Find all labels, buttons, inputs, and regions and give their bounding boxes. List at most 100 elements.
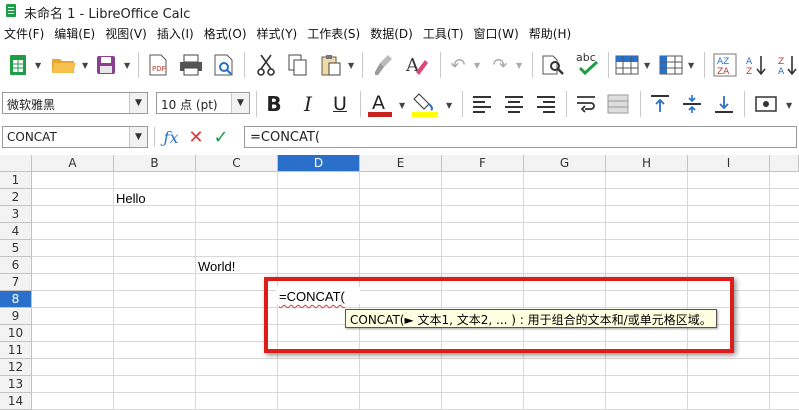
paste-icon[interactable] (318, 53, 344, 77)
menu-view[interactable]: 视图(V) (101, 25, 153, 42)
column-header-partial[interactable] (770, 155, 799, 172)
row-header-9[interactable]: 9 (0, 308, 32, 325)
clone-formatting-icon[interactable] (372, 53, 396, 77)
align-top-icon[interactable] (648, 92, 672, 116)
formula-input-text: =CONCAT( (250, 130, 320, 145)
align-left-icon[interactable] (470, 92, 494, 116)
highlight-dropdown-icon[interactable]: ▼ (446, 101, 452, 110)
row-header-2[interactable]: 2 (0, 189, 32, 206)
column-header-b[interactable]: B (114, 155, 196, 172)
column-icon[interactable] (658, 53, 684, 77)
align-right-icon[interactable] (534, 92, 558, 116)
sort-icon[interactable]: AZ ZA (712, 52, 738, 78)
row-header-12[interactable]: 12 (0, 359, 32, 376)
formula-input[interactable]: =CONCAT( (244, 126, 797, 148)
align-bottom-icon[interactable] (712, 92, 736, 116)
highlight-color-icon[interactable] (410, 90, 440, 118)
column-dropdown-icon[interactable]: ▼ (688, 61, 694, 70)
column-header-h[interactable]: H (606, 155, 688, 172)
row-header-10[interactable]: 10 (0, 325, 32, 342)
export-pdf-icon[interactable]: PDF (146, 53, 170, 77)
align-center-icon[interactable] (502, 92, 526, 116)
toolbar-separator (360, 91, 361, 117)
row-header-3[interactable]: 3 (0, 206, 32, 223)
menu-sheet[interactable]: 工作表(S) (303, 25, 366, 42)
row-dropdown-icon[interactable]: ▼ (644, 61, 650, 70)
menu-file[interactable]: 文件(F) (0, 25, 50, 42)
column-header-f[interactable]: F (442, 155, 524, 172)
copy-icon[interactable] (286, 53, 310, 77)
clear-formatting-icon[interactable]: A (404, 53, 430, 77)
find-replace-icon[interactable] (540, 53, 566, 77)
save-dropdown-icon[interactable]: ▼ (124, 61, 130, 70)
undo-dropdown-icon[interactable]: ▼ (474, 61, 480, 70)
row-header-5[interactable]: 5 (0, 240, 32, 257)
svg-text:Z: Z (746, 67, 752, 77)
accept-icon[interactable]: ✓ (210, 126, 232, 148)
font-size-combo[interactable]: 10 点 (pt) ▼ (156, 92, 250, 114)
center-vertically-icon[interactable] (680, 92, 704, 116)
open-dropdown-icon[interactable]: ▼ (82, 61, 88, 70)
font-name-combo[interactable]: 微软雅黑 ▼ (2, 92, 148, 114)
column-header-a[interactable]: A (32, 155, 114, 172)
wrap-text-icon[interactable] (574, 92, 598, 116)
cell-c6[interactable]: World! (198, 259, 235, 274)
menu-tools[interactable]: 工具(T) (419, 25, 470, 42)
font-name-value: 微软雅黑 (7, 98, 56, 112)
row-header-7[interactable]: 7 (0, 274, 32, 291)
paste-dropdown-icon[interactable]: ▼ (348, 61, 354, 70)
menu-edit[interactable]: 编辑(E) (50, 25, 101, 42)
font-color-icon[interactable]: A (366, 90, 394, 118)
annotation-highlight-box (264, 277, 734, 353)
name-box[interactable]: CONCAT ▼ (2, 126, 148, 148)
select-all-corner[interactable] (0, 155, 32, 172)
menu-format[interactable]: 格式(O) (200, 25, 253, 42)
sort-ascending-icon[interactable]: AZ (744, 52, 770, 78)
row-header-13[interactable]: 13 (0, 376, 32, 393)
cell-b2[interactable]: Hello (116, 191, 146, 206)
toolbar-separator (532, 52, 533, 78)
redo-icon[interactable]: ↷ (488, 53, 512, 77)
print-icon[interactable] (178, 53, 204, 77)
menu-insert[interactable]: 插入(I) (153, 25, 200, 42)
function-wizard-icon[interactable]: ƒx (160, 126, 182, 148)
formula-bar: CONCAT ▼ ƒx ✕ ✓ =CONCAT( (0, 123, 799, 152)
italic-icon[interactable]: I (296, 91, 320, 117)
spelling-icon[interactable]: abc (574, 50, 602, 78)
chevron-down-icon[interactable]: ▼ (231, 93, 249, 113)
bold-icon[interactable]: B (262, 91, 286, 117)
row-header-14[interactable]: 14 (0, 393, 32, 410)
chevron-down-icon[interactable]: ▼ (129, 127, 147, 147)
column-header-c[interactable]: C (196, 155, 278, 172)
row-header-1[interactable]: 1 (0, 172, 32, 189)
new-spreadsheet-icon[interactable] (6, 53, 30, 77)
sort-descending-icon[interactable]: ZA (776, 52, 798, 78)
open-folder-icon[interactable] (50, 54, 78, 76)
format-as-currency-icon[interactable] (754, 92, 782, 116)
row-header-8[interactable]: 8 (0, 291, 32, 308)
column-header-i[interactable]: I (688, 155, 770, 172)
column-header-e[interactable]: E (360, 155, 442, 172)
column-header-g[interactable]: G (524, 155, 606, 172)
column-header-d[interactable]: D (278, 155, 360, 172)
cancel-icon[interactable]: ✕ (186, 126, 206, 148)
currency-dropdown-icon[interactable]: ▼ (786, 101, 792, 110)
save-icon[interactable] (94, 54, 118, 76)
underline-icon[interactable]: U (328, 91, 352, 117)
row-header-11[interactable]: 11 (0, 342, 32, 359)
row-header-4[interactable]: 4 (0, 223, 32, 240)
undo-icon[interactable]: ↶ (446, 53, 470, 77)
chevron-down-icon[interactable]: ▼ (129, 93, 147, 113)
new-dropdown-icon[interactable]: ▼ (35, 61, 41, 70)
row-header-6[interactable]: 6 (0, 257, 32, 274)
menu-window[interactable]: 窗口(W) (470, 25, 525, 42)
redo-dropdown-icon[interactable]: ▼ (516, 61, 522, 70)
merge-cells-icon[interactable] (606, 92, 630, 116)
font-color-dropdown-icon[interactable]: ▼ (399, 101, 405, 110)
print-preview-icon[interactable] (212, 53, 236, 77)
menu-styles[interactable]: 样式(Y) (253, 25, 304, 42)
row-icon[interactable] (614, 53, 640, 77)
menu-help[interactable]: 帮助(H) (525, 25, 577, 42)
menu-data[interactable]: 数据(D) (366, 25, 419, 42)
cut-icon[interactable] (254, 53, 278, 77)
